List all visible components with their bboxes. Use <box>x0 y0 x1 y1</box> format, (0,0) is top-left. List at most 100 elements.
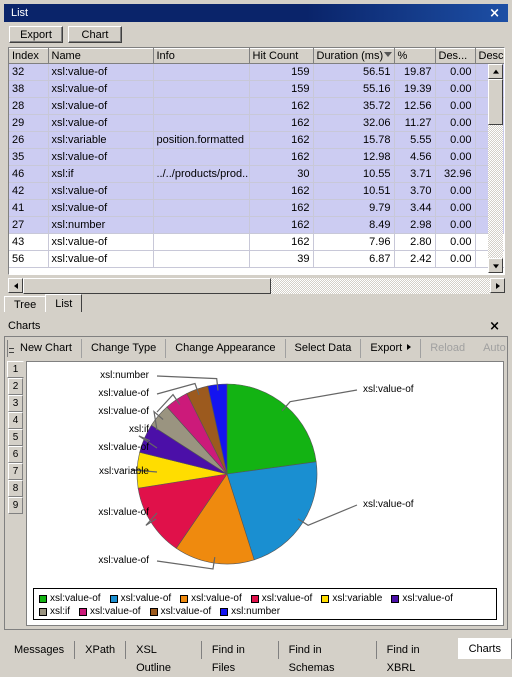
cell-info <box>153 216 250 234</box>
cell-pct: 2.42 <box>394 250 436 268</box>
auto-button[interactable]: Auto <box>474 339 512 358</box>
profiling-table: Index Name Info Hit Count Duration (ms)% Des.… <box>9 48 504 268</box>
bottom-tab-xsl-outline[interactable]: XSL Outline <box>126 641 202 674</box>
select-data-button[interactable]: Select Data <box>286 339 362 358</box>
scroll-up-button[interactable] <box>488 64 503 79</box>
legend-entries: xsl:value-of xsl:value-of xsl:value-of xsl:… <box>39 592 492 618</box>
reload-button[interactable]: Reload <box>421 339 474 358</box>
vertical-scroll-track[interactable] <box>488 125 503 258</box>
cell-duration: 10.51 <box>313 182 395 200</box>
scroll-down-button[interactable] <box>488 258 503 273</box>
column-header-descenc[interactable]: Descenc <box>475 48 504 64</box>
table-row[interactable]: 27 xsl:number 162 8.49 2.98 0.00 <box>9 216 504 234</box>
cell-index: 46 <box>9 165 49 183</box>
scroll-right-button[interactable] <box>490 278 505 293</box>
cell-pct: 19.87 <box>394 63 436 81</box>
new-chart-button[interactable]: New Chart <box>11 339 82 358</box>
legend-label: xsl:value-of <box>50 593 101 604</box>
application-window: List × Export Chart Index Name Info Hit Cou… <box>0 0 512 674</box>
cell-index: 28 <box>9 97 49 115</box>
legend-item: xsl:number <box>220 605 280 618</box>
table-row[interactable]: 35 xsl:value-of 162 12.98 4.56 0.00 <box>9 148 504 166</box>
tab-list[interactable]: List <box>45 294 83 312</box>
cell-info <box>153 114 250 132</box>
table-row[interactable]: 41 xsl:value-of 162 9.79 3.44 0.00 <box>9 199 504 217</box>
pie-slices <box>136 383 318 565</box>
charts-panel-title: Charts <box>8 320 41 332</box>
chart-tab-3[interactable]: 3 <box>8 395 23 412</box>
vertical-scroll-thumb[interactable] <box>488 79 503 125</box>
profiling-table-container[interactable]: Index Name Info Hit Count Duration (ms)% Des.… <box>8 47 505 275</box>
table-row[interactable]: 29 xsl:value-of 162 32.06 11.27 0.00 <box>9 114 504 132</box>
bottom-tab-xpath[interactable]: XPath <box>75 641 127 659</box>
cell-info <box>153 97 250 115</box>
bottom-tab-find-in-schemas[interactable]: Find in Schemas <box>278 641 377 674</box>
table-row[interactable]: 56 xsl:value-of 39 6.87 2.42 0.00 <box>9 250 504 268</box>
cell-hits: 162 <box>249 148 314 166</box>
cell-duration: 6.87 <box>313 250 395 268</box>
table-horizontal-scrollbar[interactable] <box>8 278 505 294</box>
legend-label: xsl:value-of <box>90 606 141 617</box>
horizontal-scroll-track[interactable] <box>271 278 490 294</box>
bottom-tab-charts[interactable]: Charts <box>457 638 512 659</box>
list-panel-body: Export Chart Index Name Info Hit Count Durat… <box>4 22 508 294</box>
chart-legend: xsl:value-of xsl:value-of xsl:value-of xsl:… <box>33 588 497 620</box>
table-row[interactable]: 28 xsl:value-of 162 35.72 12.56 0.00 <box>9 97 504 115</box>
chart-button[interactable]: Chart <box>68 26 122 43</box>
chart-tab-5[interactable]: 5 <box>8 429 23 446</box>
chart-tab-1[interactable]: 1 <box>7 361 24 378</box>
export-menu-button[interactable]: Export <box>361 339 422 358</box>
chart-tab-9[interactable]: 9 <box>8 497 23 514</box>
table-vertical-scrollbar[interactable] <box>488 64 503 273</box>
bottom-tab-find-in-xbrl[interactable]: Find in XBRL <box>376 641 459 674</box>
chart-tab-2[interactable]: 2 <box>8 378 23 395</box>
chart-tab-4[interactable]: 4 <box>8 412 23 429</box>
export-button[interactable]: Export <box>9 26 63 43</box>
pie-slice[interactable] <box>226 383 317 475</box>
pie-label: xsl:number <box>100 370 149 381</box>
close-icon[interactable]: × <box>489 7 508 20</box>
column-header-index[interactable]: Index <box>9 48 49 64</box>
charts-panel-titlebar: Charts × <box>4 317 508 335</box>
cell-des: 0.00 <box>435 233 476 251</box>
column-header-[interactable]: % <box>394 48 436 64</box>
horizontal-scroll-thumb[interactable] <box>23 278 271 294</box>
leader-line <box>281 389 358 412</box>
legend-color-swatch <box>250 594 259 603</box>
cell-index: 43 <box>9 233 49 251</box>
table-row[interactable]: 42 xsl:value-of 162 10.51 3.70 0.00 <box>9 182 504 200</box>
chart-tab-6[interactable]: 6 <box>8 446 23 463</box>
charts-close-icon[interactable]: × <box>489 319 508 334</box>
table-row[interactable]: 26 xsl:variable position.formatted 162 15.78… <box>9 131 504 149</box>
tab-tree[interactable]: Tree <box>4 296 47 312</box>
cell-des: 0.00 <box>435 131 476 149</box>
cell-pct: 11.27 <box>394 114 436 132</box>
column-header-hit-count[interactable]: Hit Count <box>249 48 314 64</box>
column-header-des[interactable]: Des... <box>435 48 476 64</box>
column-header-duration-ms[interactable]: Duration (ms) <box>313 48 395 64</box>
cell-pct: 5.55 <box>394 131 436 149</box>
column-header-info[interactable]: Info <box>153 48 250 64</box>
legend-item: xsl:value-of <box>180 592 242 605</box>
cell-hits: 162 <box>249 131 314 149</box>
toolbar-grip-handle[interactable] <box>7 340 14 357</box>
scroll-left-button[interactable] <box>8 278 23 293</box>
chart-tab-8[interactable]: 8 <box>8 480 23 497</box>
chart-tab-7[interactable]: 7 <box>8 463 23 480</box>
table-row[interactable]: 43 xsl:value-of 162 7.96 2.80 0.00 <box>9 233 504 251</box>
bottom-tab-find-in-files[interactable]: Find in Files <box>201 641 279 674</box>
chart-canvas[interactable]: xsl:value-of xsl:value-of xsl:value-of xsl:… <box>26 361 504 626</box>
table-row[interactable]: 46 xsl:if ../../products/prod... 30 10.55 3.7… <box>9 165 504 183</box>
cell-info <box>153 63 250 81</box>
column-header-name[interactable]: Name <box>48 48 154 64</box>
bottom-tab-messages[interactable]: Messages <box>4 641 76 659</box>
change-type-button[interactable]: Change Type <box>82 339 167 358</box>
table-row[interactable]: 38 xsl:value-of 159 55.16 19.39 0.00 <box>9 80 504 98</box>
cell-info <box>153 182 250 200</box>
change-appearance-button[interactable]: Change Appearance <box>166 339 286 358</box>
table-row[interactable]: 32 xsl:value-of 159 56.51 19.87 0.00 <box>9 63 504 81</box>
cell-info <box>153 250 250 268</box>
cell-pct: 3.71 <box>394 165 436 183</box>
charts-panel-body: New Chart Change Type Change Appearance … <box>4 336 508 630</box>
cell-index: 42 <box>9 182 49 200</box>
